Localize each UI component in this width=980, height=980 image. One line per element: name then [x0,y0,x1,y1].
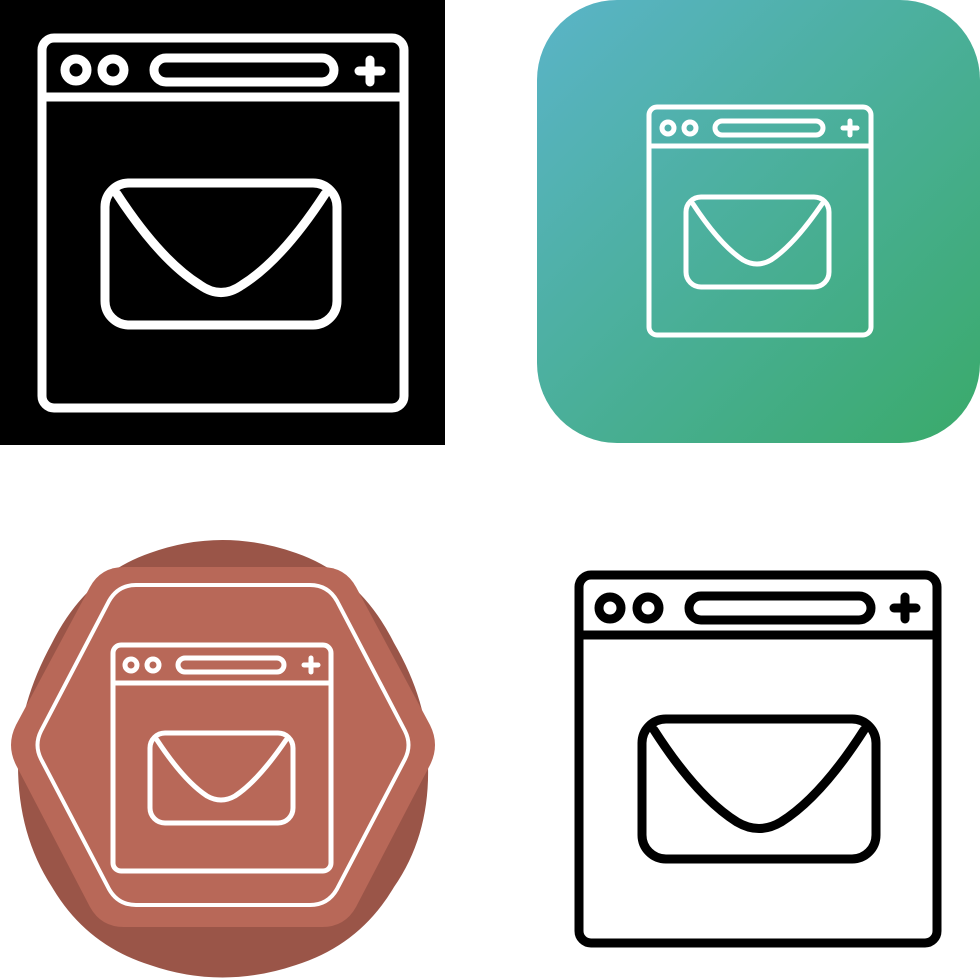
browser-mail-icon [11,540,435,978]
browser-mail-icon [537,0,980,443]
icon-variant-line [535,535,980,980]
icon-variant-badge [0,535,445,980]
browser-mail-icon [0,0,445,445]
browser-mail-icon [574,570,942,948]
icon-variant-gradient [535,0,980,445]
icon-variant-glyph [0,0,445,445]
